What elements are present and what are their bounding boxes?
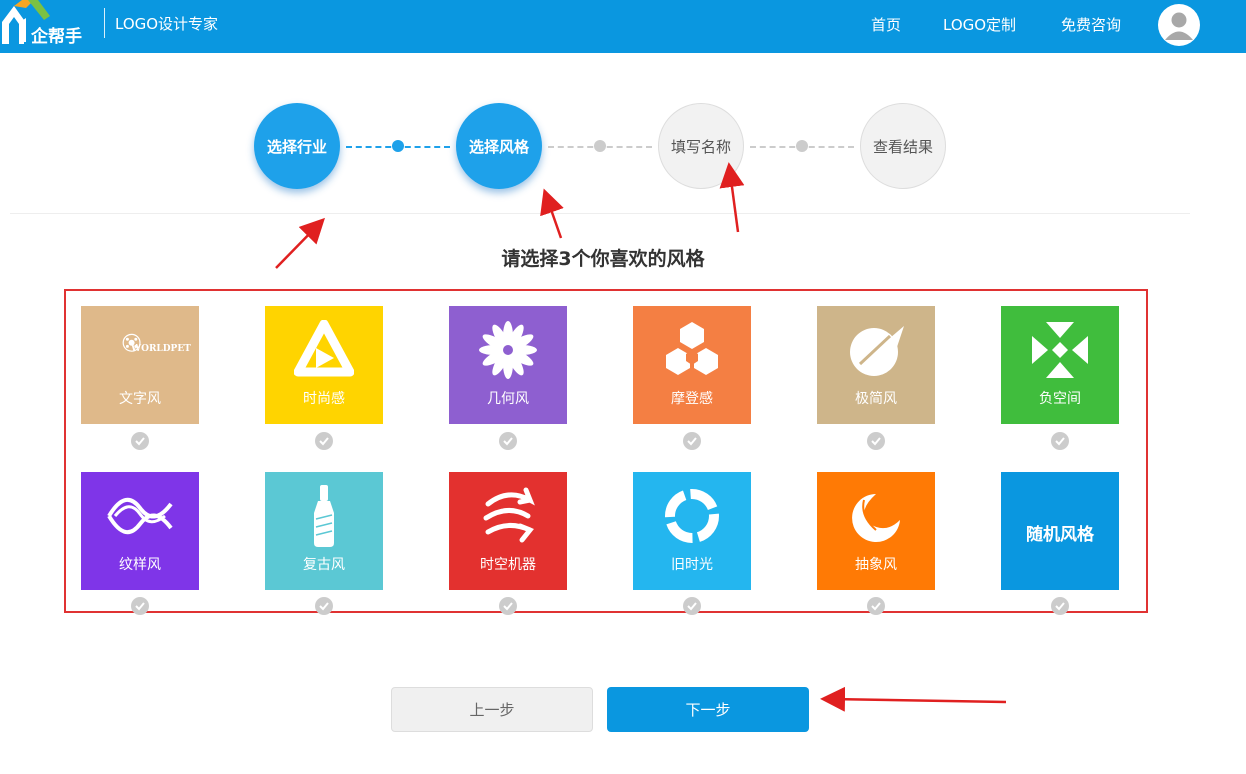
connector-chevron-icon: [594, 140, 606, 152]
section-divider: [10, 213, 1190, 214]
flower-icon: [479, 321, 537, 379]
select-check-icon[interactable]: [683, 597, 701, 615]
bottle-icon: [314, 485, 334, 547]
style-tile-random[interactable]: 随机风格: [1001, 472, 1119, 590]
select-check-icon[interactable]: [867, 597, 885, 615]
style-tile[interactable]: 纹样风: [81, 472, 199, 590]
step-label: 选择风格: [468, 137, 529, 156]
select-check-icon[interactable]: [315, 597, 333, 615]
step-label: 填写名称: [670, 137, 731, 156]
step-select-style[interactable]: 选择风格: [456, 103, 542, 189]
sphere-sweep-icon: [852, 494, 900, 542]
style-label: 复古风: [303, 557, 345, 573]
style-tile[interactable]: 复古风: [265, 472, 383, 590]
random-style-label: 随机风格: [1026, 525, 1094, 545]
select-check-icon[interactable]: [499, 432, 517, 450]
select-check-icon[interactable]: [683, 432, 701, 450]
prev-step-button[interactable]: 上一步: [391, 687, 593, 732]
style-label: 几何风: [487, 391, 529, 407]
style-tile[interactable]: 负空间: [1001, 306, 1119, 424]
select-check-icon[interactable]: [1051, 432, 1069, 450]
tile-mark-text: WORLDPET: [131, 344, 191, 354]
nav-home[interactable]: 首页: [871, 14, 901, 35]
top-bar: 企帮手 LOGO设计专家 首页 LOGO定制 免费咨询: [0, 0, 1246, 53]
style-tile[interactable]: 时空机器: [449, 472, 567, 590]
next-step-button[interactable]: 下一步: [607, 687, 809, 732]
select-check-icon[interactable]: [131, 432, 149, 450]
hexagon-cubes-icon: [666, 322, 718, 375]
app-title: LOGO设计专家: [115, 15, 219, 33]
step-fill-name[interactable]: 填写名称: [658, 103, 744, 189]
style-label: 时空机器: [480, 557, 536, 573]
style-label: 极简风: [855, 391, 897, 407]
step-select-industry[interactable]: 选择行业: [254, 103, 340, 189]
style-tile[interactable]: 时尚感: [265, 306, 383, 424]
ring-arrows-icon: [665, 489, 719, 543]
style-tile[interactable]: WORLDPET 文字风: [81, 306, 199, 424]
style-tile[interactable]: 旧时光: [633, 472, 751, 590]
style-grid-highlight: [64, 289, 1148, 613]
select-check-icon[interactable]: [315, 432, 333, 450]
style-tile[interactable]: 摩登感: [633, 306, 751, 424]
select-check-icon[interactable]: [131, 597, 149, 615]
style-label: 纹样风: [119, 557, 161, 573]
style-tile[interactable]: 抽象风: [817, 472, 935, 590]
style-label: 负空间: [1039, 391, 1081, 407]
wave-knot-icon: [107, 497, 173, 535]
style-label: 时尚感: [303, 391, 345, 407]
connector-chevron-icon: [392, 140, 404, 152]
annotation-arrow: [540, 188, 564, 239]
style-label: 抽象风: [855, 557, 897, 573]
select-check-icon[interactable]: [867, 432, 885, 450]
nav-logo-custom[interactable]: LOGO定制: [943, 14, 1016, 35]
page-heading: 请选择3个你喜欢的风格: [501, 248, 705, 270]
style-label: 旧时光: [671, 557, 713, 573]
triangle-play-icon: [294, 320, 354, 377]
select-check-icon[interactable]: [1051, 597, 1069, 615]
connector-chevron-icon: [796, 140, 808, 152]
style-label: 摩登感: [671, 391, 713, 407]
user-icon: [1165, 12, 1193, 40]
style-label: 文字风: [119, 391, 161, 407]
step-label: 选择行业: [266, 137, 327, 156]
annotation-arrow: [719, 162, 745, 233]
brand-name[interactable]: 企帮手: [31, 22, 82, 47]
crossed-arrows-icon: [1032, 322, 1088, 378]
nav-free-consult[interactable]: 免费咨询: [1061, 14, 1121, 35]
user-avatar[interactable]: [1158, 4, 1200, 46]
style-tile[interactable]: 几何风: [449, 306, 567, 424]
annotation-arrow: [820, 686, 1007, 712]
style-tile[interactable]: 极简风: [817, 306, 935, 424]
step-label: 查看结果: [872, 137, 933, 156]
step-view-result[interactable]: 查看结果: [860, 103, 946, 189]
select-check-icon[interactable]: [499, 597, 517, 615]
spiral-arrows-icon: [483, 487, 535, 543]
header-divider: [104, 8, 105, 38]
circle-leaf-icon: [850, 326, 904, 376]
